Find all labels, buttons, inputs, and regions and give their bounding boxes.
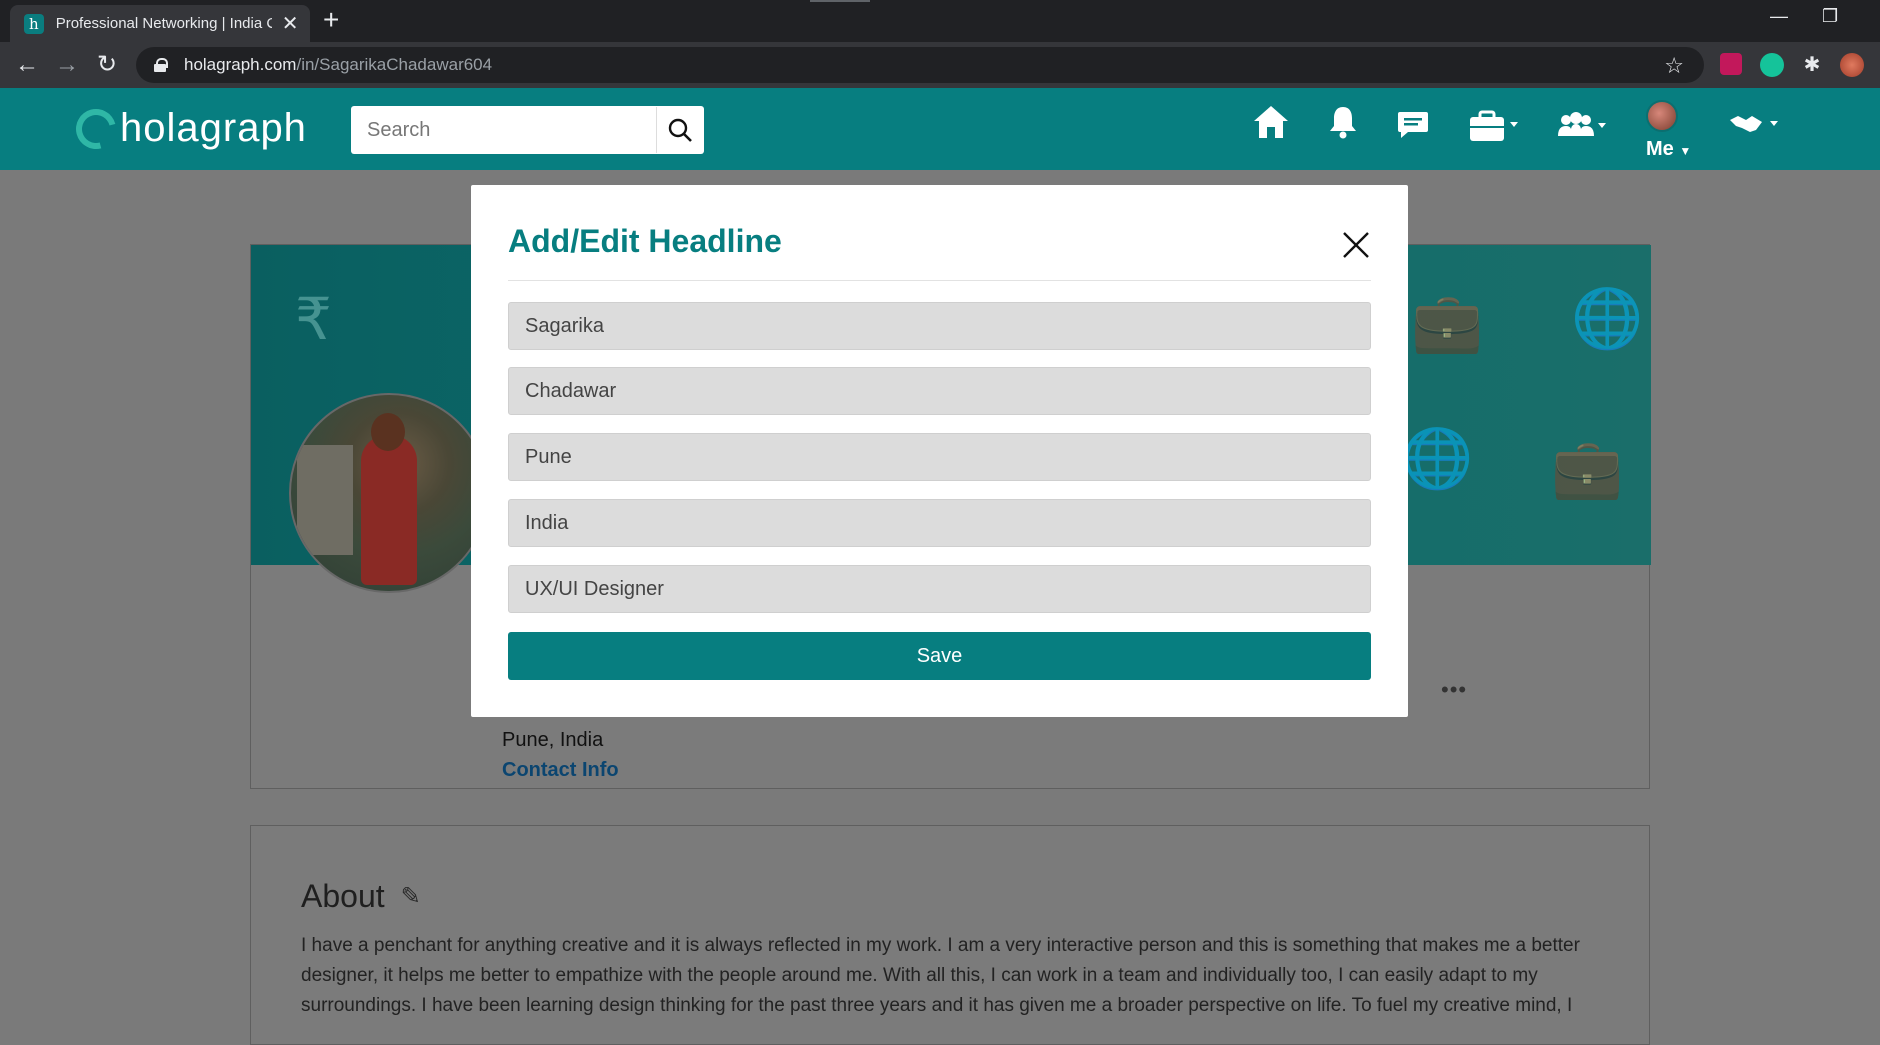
cover-briefcase-icon-2: 💼 — [1551, 436, 1624, 501]
bookmark-star-icon[interactable]: ☆ — [1664, 53, 1684, 79]
me-label: Me — [1646, 138, 1674, 160]
lock-icon — [154, 58, 168, 72]
pocket-extension-icon[interactable] — [1720, 53, 1742, 75]
photo-head — [371, 413, 405, 451]
me-avatar[interactable] — [1646, 100, 1678, 132]
profile-photo[interactable] — [289, 393, 489, 593]
restore-icon[interactable]: ❐ — [1822, 6, 1838, 27]
modal-divider — [508, 280, 1371, 281]
business-handshake-icon[interactable] — [1728, 110, 1782, 143]
minimize-icon[interactable]: — — [1770, 6, 1788, 27]
notifications-bell-icon[interactable] — [1328, 104, 1358, 145]
country-field[interactable] — [508, 499, 1371, 547]
save-button[interactable]: Save — [508, 632, 1371, 680]
browser-toolbar: ← → ↻ holagraph.com/in/SagarikaChadawar6… — [0, 42, 1880, 88]
profile-avatar-icon[interactable] — [1840, 53, 1864, 77]
search-icon — [668, 118, 692, 142]
grammarly-extension-icon[interactable] — [1760, 53, 1784, 77]
messages-icon[interactable] — [1396, 110, 1430, 145]
tab-close-icon[interactable]: ✕ — [280, 11, 300, 36]
search-box — [351, 106, 704, 154]
me-menu[interactable]: Me ▼ — [1646, 138, 1691, 161]
tab-title: Professional Networking | India C — [55, 15, 273, 32]
browser-tab[interactable]: h Professional Networking | India C ✕ — [10, 5, 310, 42]
logo-mark-icon — [68, 101, 124, 156]
edit-headline-modal: Add/Edit Headline Save — [471, 185, 1408, 717]
cover-briefcase-icon: 💼 — [1411, 290, 1484, 355]
more-options-icon[interactable]: ••• — [1441, 677, 1467, 703]
profile-location: Pune, India — [502, 729, 604, 751]
modal-title: Add/Edit Headline — [508, 223, 782, 259]
extensions-puzzle-icon[interactable]: ✱ — [1800, 53, 1824, 77]
rupee-bag-icon: ₹ — [295, 287, 332, 352]
tabstrip-notch — [810, 0, 870, 2]
contact-info-link[interactable]: Contact Info — [502, 759, 619, 782]
about-heading: About ✎ — [301, 878, 421, 915]
holagraph-logo[interactable]: holagraph — [68, 101, 307, 156]
last-name-field[interactable] — [508, 367, 1371, 415]
url-path: /in/SagarikaChadawar604 — [296, 55, 493, 74]
search-button[interactable] — [656, 107, 702, 153]
about-card: About ✎ I have a penchant for anything c… — [250, 825, 1650, 1045]
new-tab-icon[interactable]: + — [323, 6, 339, 34]
edit-pencil-icon[interactable]: ✎ — [401, 882, 421, 911]
close-icon[interactable] — [1341, 230, 1371, 260]
address-bar[interactable]: holagraph.com/in/SagarikaChadawar604 ☆ — [136, 47, 1704, 83]
headline-field[interactable] — [508, 565, 1371, 613]
url-host: holagraph.com — [184, 55, 297, 74]
browser-tabstrip: h Professional Networking | India C ✕ + … — [0, 0, 1880, 42]
about-title: About — [301, 878, 385, 914]
photo-figure — [361, 435, 417, 585]
back-icon[interactable]: ← — [12, 50, 42, 80]
about-text: I have a penchant for anything creative … — [301, 935, 1580, 1016]
app-header: holagraph Me ▼ — [0, 88, 1880, 170]
forward-icon[interactable]: → — [52, 50, 82, 80]
search-input[interactable] — [351, 107, 656, 153]
network-people-icon[interactable] — [1556, 112, 1610, 145]
home-icon[interactable] — [1252, 104, 1290, 145]
logo-text: holagraph — [120, 106, 307, 150]
jobs-briefcase-icon[interactable] — [1468, 110, 1522, 147]
cover-globe-handshake-icon: 🌐 — [1401, 426, 1474, 491]
favicon-icon: h — [24, 13, 44, 34]
photo-building — [297, 445, 353, 555]
city-field[interactable] — [508, 433, 1371, 481]
first-name-field[interactable] — [508, 302, 1371, 350]
cover-globe-icon: 🌐 — [1571, 286, 1644, 351]
chevron-down-icon: ▼ — [1679, 144, 1692, 158]
reload-icon[interactable]: ↻ — [92, 50, 122, 80]
